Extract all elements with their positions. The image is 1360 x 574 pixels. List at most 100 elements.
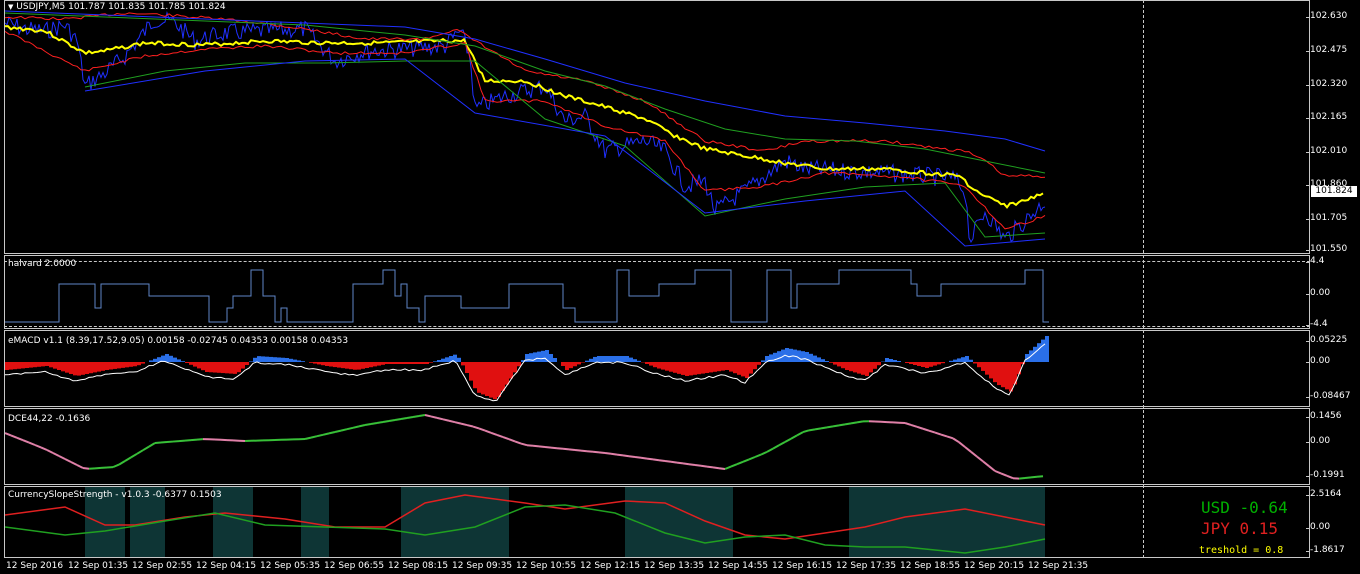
dce-line-segment — [676, 461, 684, 465]
time-label: 12 Sep 21:35 — [1028, 561, 1089, 571]
css-tick: 2.5164 — [1306, 489, 1342, 499]
dce-line-segment — [850, 421, 858, 425]
currency-slope-strength-panel[interactable]: CurrencySlopeStrength - v1.0.3 -0.6377 0… — [4, 486, 1310, 558]
dce-line-segment — [838, 423, 846, 427]
emacd-bar — [949, 360, 953, 362]
dce-line-segment — [958, 441, 966, 448]
dce-line-segment — [460, 422, 468, 427]
emacd-bar — [309, 362, 313, 363]
emacd-bar — [469, 362, 473, 381]
emacd-bar — [373, 362, 377, 367]
emacd-bar — [841, 362, 845, 369]
emacd-bar — [829, 362, 833, 363]
dce-line-segment — [1018, 477, 1026, 480]
emacd-bar — [485, 362, 489, 396]
emacd-bar — [889, 359, 893, 362]
emacd-bar — [537, 351, 541, 362]
emacd-panel[interactable]: eMACD v1.1 (8.39,17.52,9.05) 0.00158 -0.… — [4, 330, 1310, 407]
emacd-bar — [717, 362, 721, 372]
emacd-bar — [953, 359, 957, 362]
emacd-bar — [609, 356, 613, 362]
dce-line-segment — [502, 436, 510, 441]
emacd-bar — [853, 362, 857, 373]
emacd-bar — [233, 362, 237, 374]
dce-line-segment — [40, 446, 48, 451]
emacd-bar — [93, 362, 97, 373]
emacd-bar — [33, 362, 37, 368]
dce-line-segment — [1036, 475, 1044, 478]
emacd-bar — [257, 356, 261, 362]
dce-line-segment — [508, 438, 516, 443]
dce-line-segment — [1030, 475, 1038, 479]
dce-panel[interactable]: DCE44,22 -0.1636 — [4, 408, 1310, 485]
emacd-bar — [213, 362, 217, 373]
halvard-panel[interactable]: halvard 2.0000 — [4, 255, 1310, 329]
emacd-bar — [41, 362, 45, 367]
dce-line-segment — [370, 422, 378, 425]
css-zone — [625, 487, 733, 557]
emacd-bar — [185, 362, 189, 363]
emacd-bar — [365, 362, 369, 368]
emacd-bar — [973, 362, 977, 364]
emacd-bar — [929, 362, 933, 367]
emacd-bar — [813, 355, 817, 362]
emacd-bar — [393, 362, 397, 364]
dce-line-segment — [454, 421, 462, 425]
emacd-bar — [277, 357, 281, 362]
emacd-bar — [177, 359, 181, 362]
emacd-bar — [73, 362, 77, 376]
emacd-bar — [189, 362, 193, 365]
dce-line-segment — [76, 464, 84, 469]
dce-line-segment — [112, 463, 120, 469]
dce-line-segment — [520, 442, 528, 447]
ma-red-upper-line — [5, 12, 1046, 179]
emacd-bar — [457, 357, 461, 362]
time-label: 12 Sep 13:35 — [644, 561, 705, 571]
dce-line-segment — [448, 419, 456, 424]
price-chart-panel[interactable]: ▼ USDJPY,M5 101.787 101.835 101.785 101.… — [4, 0, 1310, 254]
emacd-bar — [57, 362, 61, 370]
emacd-bar — [709, 362, 713, 373]
dce-line-segment — [760, 450, 768, 456]
dce-line-segment — [700, 464, 708, 468]
dce-line-segment — [544, 446, 552, 449]
dce-line-segment — [964, 446, 972, 453]
emacd-bar — [353, 362, 357, 370]
dce-line-segment — [796, 431, 804, 437]
time-label: 12 Sep 12:15 — [580, 561, 641, 571]
time-label: 12 Sep 20:15 — [964, 561, 1025, 571]
emacd-bar — [549, 354, 553, 362]
emacd-bar — [205, 362, 209, 372]
emacd-bar — [29, 362, 33, 368]
emacd-bar — [833, 362, 837, 365]
dce-line-segment — [394, 418, 402, 421]
dce-line-segment — [934, 431, 942, 436]
price-chart-plot[interactable] — [5, 1, 1310, 254]
emacd-bar — [217, 362, 221, 373]
dce-line-segment — [616, 453, 624, 457]
emacd-bar — [285, 358, 289, 362]
triangle-down-icon[interactable]: ▼ — [8, 3, 13, 11]
halvard-plot[interactable] — [5, 256, 1310, 329]
emacd-bar — [297, 360, 301, 362]
dce-line-segment — [532, 444, 540, 448]
emacd-bar — [169, 355, 173, 362]
dce-line-segment — [904, 422, 912, 426]
time-label: 12 Sep 18:55 — [900, 561, 961, 571]
dce-plot[interactable] — [5, 409, 1310, 485]
halvard-lower-level — [4, 326, 1310, 327]
emacd-bar — [957, 358, 961, 362]
dce-line-segment — [304, 436, 312, 440]
emacd-bar — [417, 362, 421, 364]
emacd-bar — [329, 362, 333, 367]
dce-line-segment — [982, 460, 990, 467]
emacd-bar — [913, 362, 917, 365]
ma-green-lower-line — [84, 60, 1046, 238]
emacd-bar — [817, 357, 821, 362]
emacd-bar — [97, 362, 101, 372]
dce-line-segment — [622, 454, 630, 458]
emacd-bar — [601, 356, 605, 362]
emacd-bar — [513, 362, 517, 373]
price-tick: 101.550 — [1305, 244, 1348, 254]
emacd-bar — [605, 356, 609, 362]
